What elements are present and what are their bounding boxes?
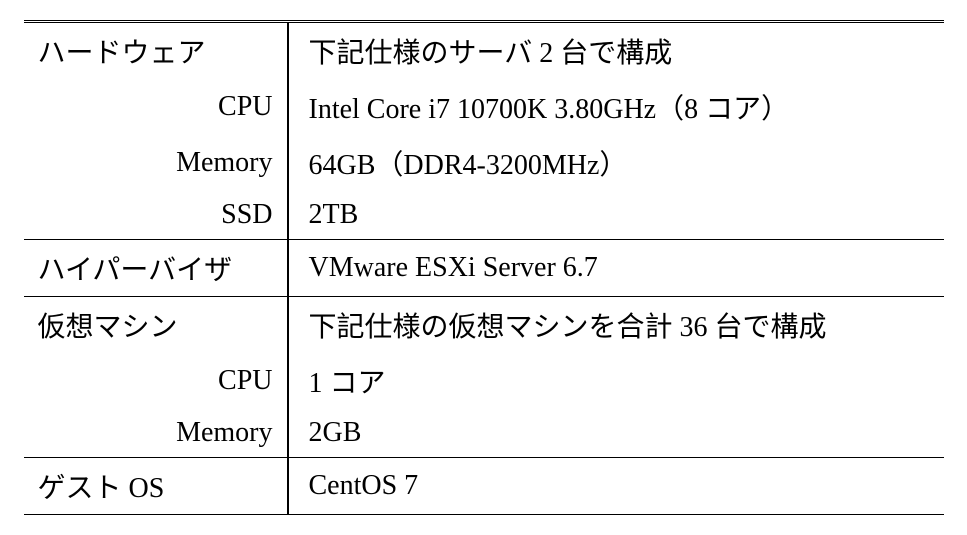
row-value: 1 コア [288, 353, 944, 409]
row-label: CPU [24, 79, 288, 135]
spec-table: ハードウェア下記仕様のサーバ 2 台で構成CPUIntel Core i7 10… [24, 23, 944, 515]
row-value: 2TB [288, 191, 944, 240]
row-value: 64GB（DDR4-3200MHz） [288, 135, 944, 191]
table-row: CPUIntel Core i7 10700K 3.80GHz（8 コア） [24, 79, 944, 135]
table-row: ハイパーバイザVMware ESXi Server 6.7 [24, 240, 944, 297]
row-value: 下記仕様のサーバ 2 台で構成 [288, 23, 944, 79]
row-label: Memory [24, 135, 288, 191]
row-label: Memory [24, 409, 288, 458]
table-row: ゲスト OSCentOS 7 [24, 458, 944, 515]
spec-table-container: ハードウェア下記仕様のサーバ 2 台で構成CPUIntel Core i7 10… [24, 20, 944, 515]
table-row: SSD2TB [24, 191, 944, 240]
row-label: SSD [24, 191, 288, 240]
row-label: ハードウェア [24, 23, 288, 79]
row-value: VMware ESXi Server 6.7 [288, 240, 944, 297]
table-row: ハードウェア下記仕様のサーバ 2 台で構成 [24, 23, 944, 79]
row-value: 下記仕様の仮想マシンを合計 36 台で構成 [288, 297, 944, 354]
row-value: CentOS 7 [288, 458, 944, 515]
row-value: 2GB [288, 409, 944, 458]
row-label: ゲスト OS [24, 458, 288, 515]
table-row: CPU1 コア [24, 353, 944, 409]
table-row: 仮想マシン下記仕様の仮想マシンを合計 36 台で構成 [24, 297, 944, 354]
table-row: Memory64GB（DDR4-3200MHz） [24, 135, 944, 191]
row-label: ハイパーバイザ [24, 240, 288, 297]
row-label: CPU [24, 353, 288, 409]
row-label: 仮想マシン [24, 297, 288, 354]
row-value: Intel Core i7 10700K 3.80GHz（8 コア） [288, 79, 944, 135]
table-row: Memory2GB [24, 409, 944, 458]
